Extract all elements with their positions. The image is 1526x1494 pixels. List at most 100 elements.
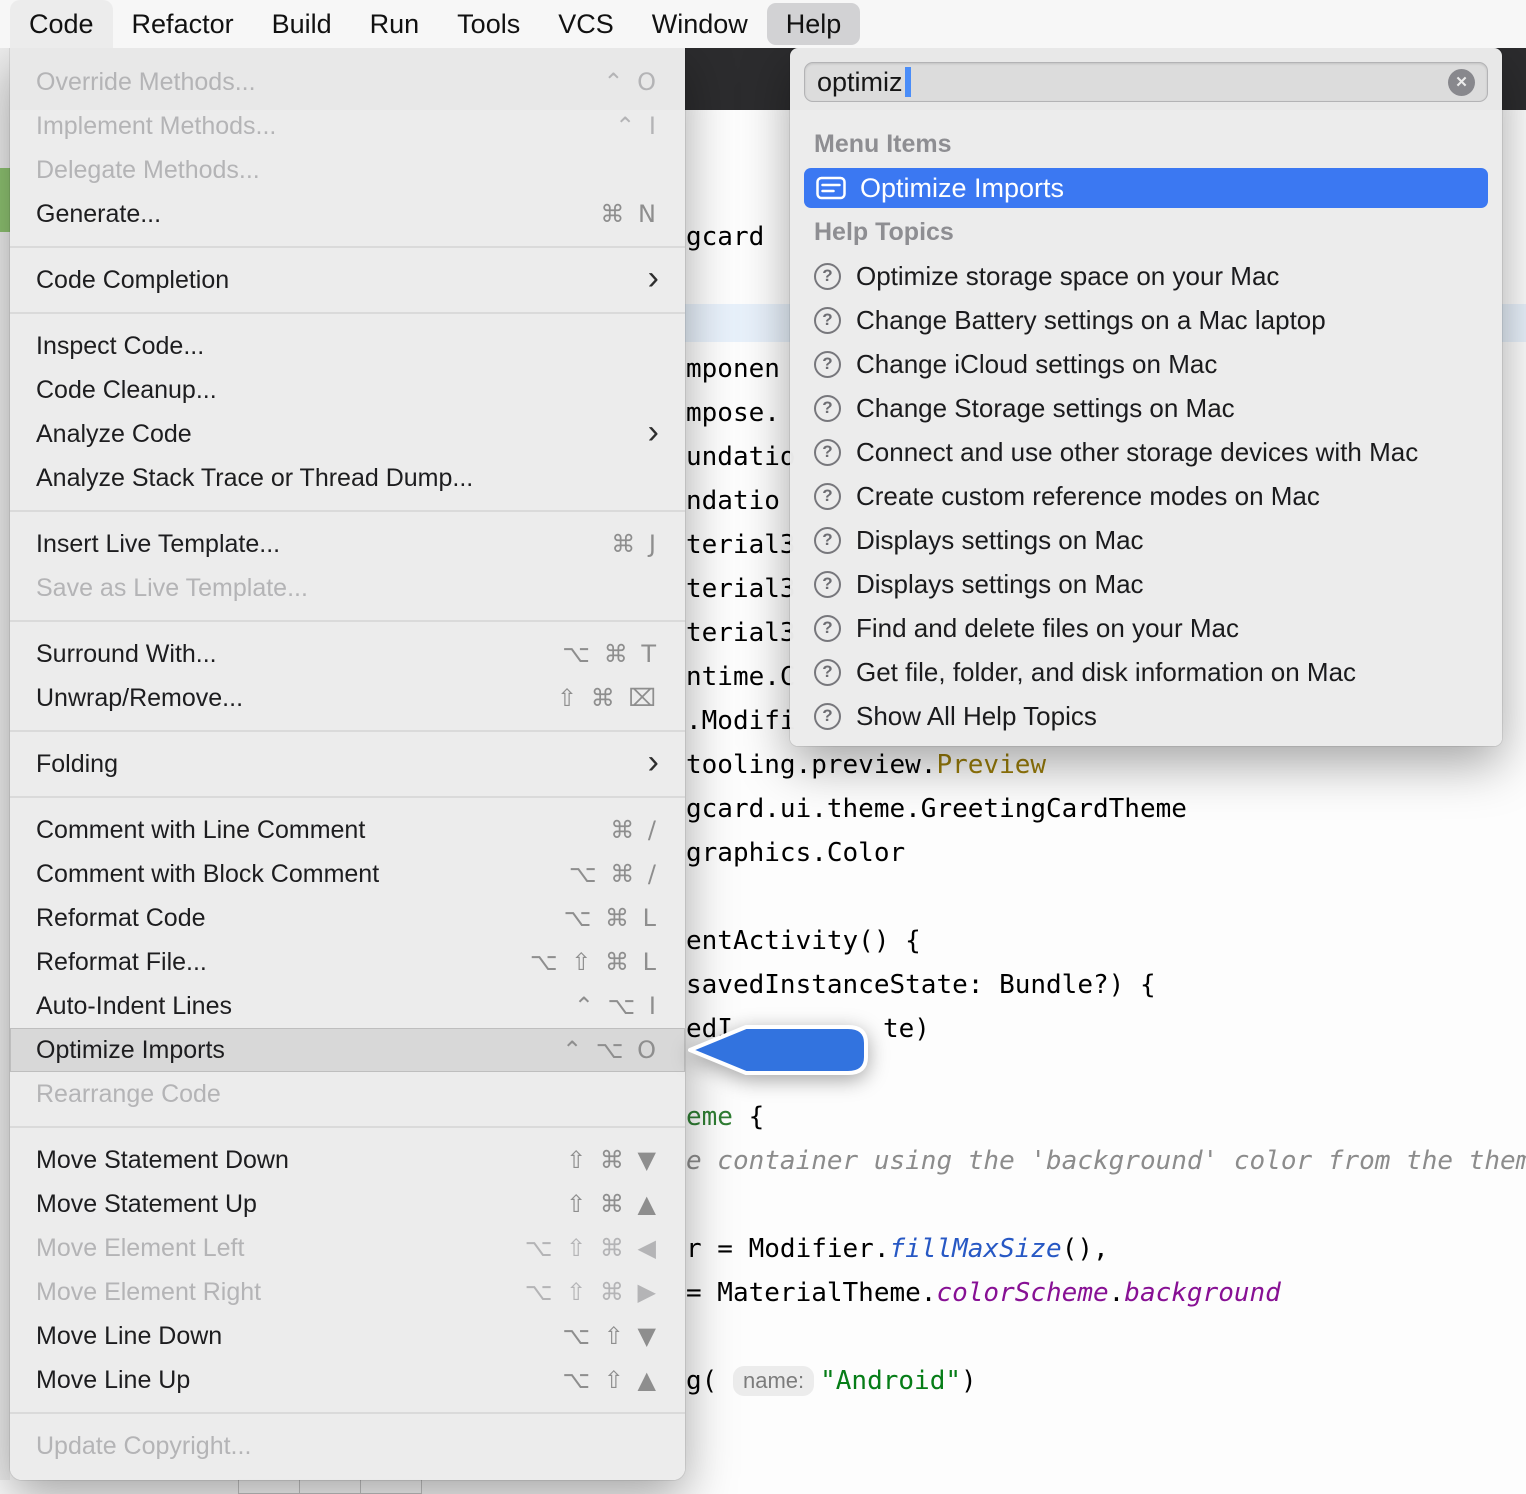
code-menu-item-move-line-up[interactable]: Move Line Up⌥ ⇧ ▲ [10, 1358, 685, 1402]
help-topics-header: Help Topics [798, 210, 1494, 254]
help-topic-optimize-storage-space-on-your-mac[interactable]: ?Optimize storage space on your Mac [798, 254, 1494, 298]
code-menu-item-comment-with-block-comment[interactable]: Comment with Block Comment⌥ ⌘ / [10, 852, 685, 896]
menubar-item-tools[interactable]: Tools [438, 0, 539, 48]
code-menu-item-move-statement-down[interactable]: Move Statement Down⇧ ⌘ ▼ [10, 1138, 685, 1182]
menubar-item-code[interactable]: Code [10, 0, 113, 48]
code-menu-item-save-as-live-template: Save as Live Template... [10, 566, 685, 610]
menu-item-shortcut: ⌥ ⇧ ⌘ L [530, 948, 659, 976]
code-line[interactable]: ntime.C [686, 659, 796, 695]
code-line[interactable]: terial3 [686, 615, 796, 651]
code-menu-item-analyze-code[interactable]: Analyze Code› [10, 412, 685, 456]
pointer-callout-arrow [686, 1017, 876, 1083]
code-line[interactable]: r = Modifier.fillMaxSize(), [686, 1231, 1109, 1267]
code-line[interactable]: te) [883, 1011, 930, 1047]
menu-item-icon [816, 176, 846, 200]
code-token: terial3 [686, 618, 796, 648]
code-line[interactable]: = MaterialTheme.colorScheme.background [686, 1275, 1281, 1311]
help-topic-get-file-folder-and-disk-information-on-mac[interactable]: ?Get file, folder, and disk information … [798, 650, 1494, 694]
menubar-item-refactor[interactable]: Refactor [113, 0, 253, 48]
menu-item-label: Move Element Right [36, 1278, 261, 1307]
menu-item-shortcut: ⌥ ⌘ T [562, 640, 659, 668]
code-token: tooling.preview. [686, 750, 936, 780]
code-line[interactable]: e container using the 'background' color… [686, 1143, 1526, 1179]
menu-item-label: Analyze Stack Trace or Thread Dump... [36, 464, 473, 493]
code-line[interactable]: entActivity() { [686, 923, 921, 959]
code-token: "Android" [820, 1366, 961, 1396]
menu-item-label: Code Cleanup... [36, 376, 217, 405]
menu-item-label: Auto-Indent Lines [36, 992, 232, 1021]
menu-item-label: Folding [36, 750, 118, 779]
menubar-item-run[interactable]: Run [351, 0, 439, 48]
code-menu-item-folding[interactable]: Folding› [10, 742, 685, 786]
code-line[interactable]: savedInstanceState: Bundle?) { [686, 967, 1156, 1003]
help-topic-displays-settings-on-mac[interactable]: ?Displays settings on Mac [798, 562, 1494, 606]
code-line[interactable]: g( name:"Android") [686, 1363, 977, 1399]
code-menu-item-move-line-down[interactable]: Move Line Down⌥ ⇧ ▼ [10, 1314, 685, 1358]
help-topic-displays-settings-on-mac[interactable]: ?Displays settings on Mac [798, 518, 1494, 562]
code-line[interactable]: eme { [686, 1099, 764, 1135]
code-line[interactable]: gcard [686, 219, 764, 255]
code-menu-item-optimize-imports[interactable]: Optimize Imports⌃ ⌥ O [10, 1028, 685, 1072]
menu-item-shortcut: ⌘ N [600, 200, 659, 228]
menu-item-shortcut: ⇧ ⌘ ⌧ [557, 684, 659, 712]
code-menu-item-move-statement-up[interactable]: Move Statement Up⇧ ⌘ ▲ [10, 1182, 685, 1226]
code-menu-item-generate[interactable]: Generate...⌘ N [10, 192, 685, 236]
help-topic-change-storage-settings-on-mac[interactable]: ? Change Storage settings on Mac [798, 386, 1494, 430]
menubar-item-help[interactable]: Help [767, 3, 861, 45]
help-topic-label: Create custom reference modes on Mac [856, 481, 1320, 512]
clear-search-button[interactable]: ✕ [1448, 69, 1475, 96]
code-menu-item-reformat-code[interactable]: Reformat Code⌥ ⌘ L [10, 896, 685, 940]
code-menu-item-unwrap-remove[interactable]: Unwrap/Remove...⇧ ⌘ ⌧ [10, 676, 685, 720]
search-result-label: Optimize Imports [860, 173, 1064, 204]
help-topic-label: Show All Help Topics [856, 701, 1097, 732]
code-menu-item-code-completion[interactable]: Code Completion› [10, 258, 685, 302]
code-line[interactable]: graphics.Color [686, 835, 905, 871]
menu-separator [10, 796, 685, 798]
code-menu-list: Override Methods...⌃ OImplement Methods.… [10, 60, 685, 1468]
menubar-item-window[interactable]: Window [633, 0, 767, 48]
help-question-icon: ? [814, 483, 841, 510]
menu-item-shortcut: ⌘ J [611, 530, 659, 558]
code-line[interactable]: terial3 [686, 571, 796, 607]
code-line[interactable]: tooling.preview.Preview [686, 747, 1046, 783]
help-topic-create-custom-reference-modes-on-mac[interactable]: ? Create custom reference modes on Mac [798, 474, 1494, 518]
code-line[interactable]: undatio [686, 439, 796, 475]
menubar: CodeRefactorBuildRunToolsVCSWindowHelp [0, 0, 1526, 48]
help-topic-show-all-help-topics[interactable]: ?Show All Help Topics [798, 694, 1494, 738]
code-line[interactable]: mponen [686, 351, 780, 387]
code-menu-item-code-cleanup[interactable]: Code Cleanup... [10, 368, 685, 412]
code-line[interactable]: terial3 [686, 527, 796, 563]
menubar-item-vcs[interactable]: VCS [539, 0, 633, 48]
code-menu-item-comment-with-line-comment[interactable]: Comment with Line Comment ⌘ / [10, 808, 685, 852]
code-menu-item-inspect-code[interactable]: Inspect Code... [10, 324, 685, 368]
help-search-input[interactable]: optimiz [817, 67, 903, 98]
menu-item-label: Rearrange Code [36, 1080, 221, 1109]
help-topic-change-icloud-settings-on-mac[interactable]: ?Change iCloud settings on Mac [798, 342, 1494, 386]
help-topic-connect-and-use-other-storage-devices-with-mac[interactable]: ?Connect and use other storage devices w… [798, 430, 1494, 474]
help-question-icon: ? [814, 395, 841, 422]
help-topic-change-battery-settings-on-a-mac-laptop[interactable]: ?Change Battery settings on a Mac laptop [798, 298, 1494, 342]
code-line[interactable]: gcard.ui.theme.GreetingCardTheme [686, 791, 1187, 827]
help-topic-find-and-delete-files-on-your-mac[interactable]: ?Find and delete files on your Mac [798, 606, 1494, 650]
help-topic-label: Change Storage settings on Mac [856, 393, 1235, 424]
code-line[interactable]: mpose. [686, 395, 780, 431]
code-token: { [733, 1102, 764, 1132]
code-menu-item-insert-live-template[interactable]: Insert Live Template...⌘ J [10, 522, 685, 566]
help-search-field[interactable]: optimiz ✕ [804, 62, 1488, 102]
help-topic-label: Displays settings on Mac [856, 525, 1144, 556]
code-line[interactable]: ndatio [686, 483, 780, 519]
code-menu-item-auto-indent-lines[interactable]: Auto-Indent Lines⌃ ⌥ I [10, 984, 685, 1028]
code-menu-item-analyze-stack-trace-or-thread-dump[interactable]: Analyze Stack Trace or Thread Dump... [10, 456, 685, 500]
menu-item-label: Surround With... [36, 640, 217, 669]
menubar-item-build[interactable]: Build [253, 0, 351, 48]
help-question-icon: ? [814, 351, 841, 378]
menu-item-shortcut: ⌃ ⌥ O [562, 1036, 659, 1064]
code-menu-item-surround-with[interactable]: Surround With... ⌥ ⌘ T [10, 632, 685, 676]
menu-item-label: Comment with Line Comment [36, 816, 365, 845]
search-result-optimize-imports[interactable]: Optimize Imports [804, 168, 1488, 208]
help-topic-label: Get file, folder, and disk information o… [856, 657, 1356, 688]
menu-item-shortcut: ⌘ / [610, 816, 659, 844]
code-line[interactable]: .Modifi [686, 703, 796, 739]
bottom-grid-cells [238, 1479, 421, 1494]
code-menu-item-reformat-file[interactable]: Reformat File...⌥ ⇧ ⌘ L [10, 940, 685, 984]
